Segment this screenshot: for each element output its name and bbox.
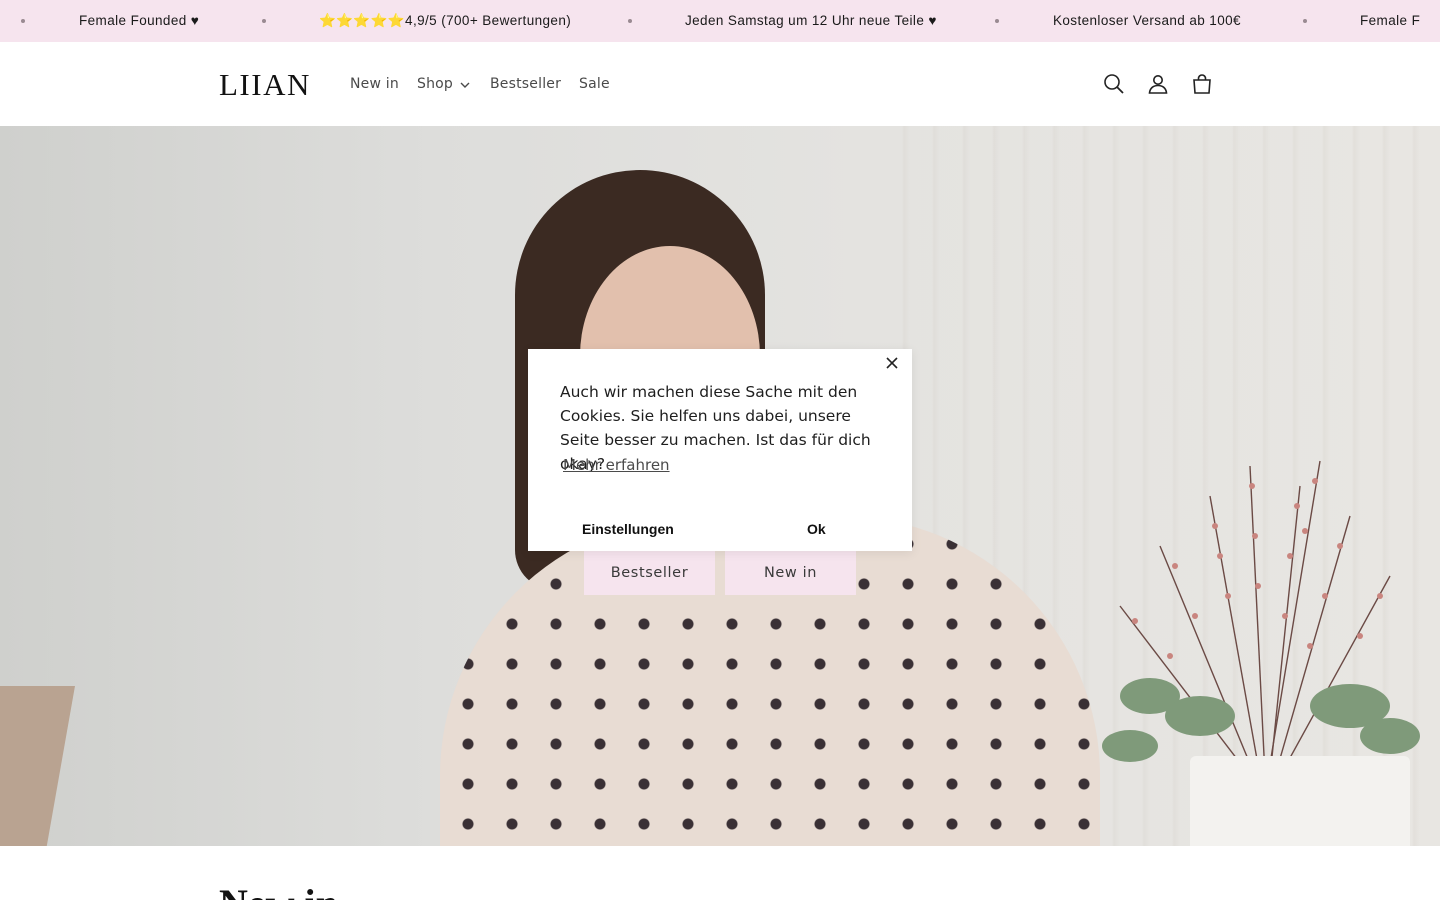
cookie-consent-dialog: Auch wir machen diese Sache mit den Cook… — [528, 349, 912, 551]
bestseller-button[interactable]: Bestseller — [584, 550, 715, 595]
section-title: New in — [219, 880, 338, 900]
hero-flower-branches — [1102, 460, 1420, 776]
cookie-settings-button[interactable]: Einstellungen — [582, 521, 674, 537]
nav-sale[interactable]: Sale — [579, 76, 610, 92]
hero-lamp — [0, 686, 75, 846]
close-icon[interactable] — [884, 355, 900, 371]
announcement-message: Female F — [1360, 13, 1421, 28]
cart-icon[interactable] — [1190, 72, 1214, 96]
new-in-button[interactable]: New in — [725, 550, 856, 595]
learn-more-link[interactable]: Mehr erfahren — [563, 456, 670, 474]
announcement-message: ⭐⭐⭐⭐⭐4,9/5 (700+ Bewertungen) — [319, 13, 572, 28]
nav-shop[interactable]: Shop — [417, 76, 453, 92]
announcement-message: Kostenloser Versand ab 100€ — [1053, 13, 1241, 28]
announcement-message: Female Founded ♥ — [79, 13, 200, 28]
nav-new-in[interactable]: New in — [350, 76, 399, 92]
announcement-bar: Female Founded ♥ ⭐⭐⭐⭐⭐4,9/5 (700+ Bewert… — [0, 0, 1440, 42]
announcement-message: Jeden Samstag um 12 Uhr neue Teile ♥ — [685, 13, 937, 28]
separator-dot — [628, 19, 632, 23]
hero-flower-pot — [1190, 756, 1410, 846]
nav-bestseller[interactable]: Bestseller — [490, 76, 561, 92]
site-logo[interactable]: LIIAN — [219, 67, 311, 103]
chevron-down-icon[interactable] — [459, 79, 471, 91]
separator-dot — [1303, 19, 1307, 23]
separator-dot — [21, 19, 25, 23]
site-header: LIIAN New in Shop Bestseller Sale — [0, 42, 1440, 126]
account-icon[interactable] — [1146, 72, 1170, 96]
cookie-ok-button[interactable]: Ok — [807, 521, 826, 537]
separator-dot — [995, 19, 999, 23]
search-icon[interactable] — [1102, 72, 1126, 96]
separator-dot — [262, 19, 266, 23]
